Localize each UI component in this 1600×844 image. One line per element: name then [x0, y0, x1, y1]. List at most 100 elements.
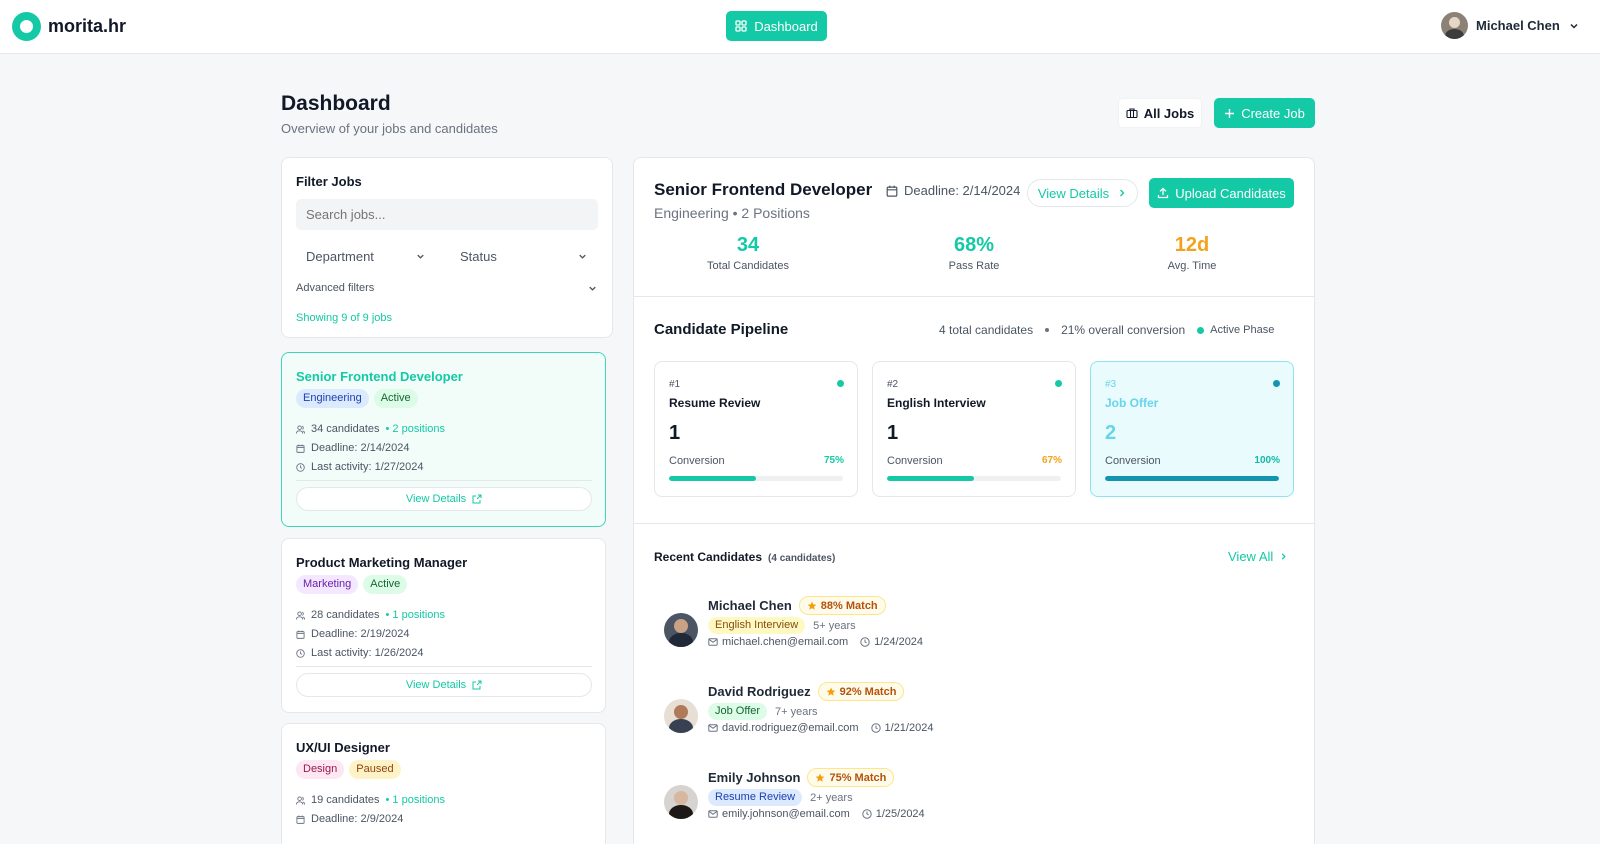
deadline-text: Deadline: 2/9/2024 — [311, 813, 404, 825]
active-phase-legend: Active Phase — [1197, 324, 1274, 336]
job-detail-deadline: Deadline: 2/14/2024 — [886, 183, 1020, 198]
view-all-link[interactable]: View All — [1228, 549, 1288, 564]
stat-total-candidates: 34 Total Candidates — [668, 234, 828, 272]
stat-value: 12d — [1174, 234, 1210, 256]
upload-candidates-label: Upload Candidates — [1175, 185, 1286, 201]
view-details-label: View Details — [1037, 185, 1110, 201]
candidate-avatar — [664, 785, 698, 819]
job-detail-subtitle: Engineering • 2 Positions — [654, 205, 810, 221]
star-icon — [807, 601, 817, 610]
view-details-label: View Details — [405, 493, 467, 505]
job-count-text: Showing 9 of 9 jobs — [296, 312, 393, 324]
star-icon — [826, 687, 835, 696]
all-jobs-button[interactable]: All Jobs — [1118, 98, 1202, 128]
stage-progress-fill — [1105, 476, 1279, 481]
candidate-stage-badge: Job Offer — [708, 703, 768, 720]
status-select[interactable]: Status — [450, 241, 598, 271]
job-card-ux-ui-designer[interactable]: UX/UI Designer Design Paused 19 candidat… — [281, 723, 606, 844]
filter-title: Filter Jobs — [296, 174, 362, 189]
stage-conversion-label: Conversion — [887, 455, 943, 467]
candidate-date: 1/24/2024 — [874, 636, 924, 648]
top-navbar: morita.hr Dashboard Michael Chen — [0, 0, 1600, 54]
status-badge: Active — [373, 389, 418, 408]
match-badge: 92% Match — [817, 682, 905, 701]
page-subtitle: Overview of your jobs and candidates — [281, 121, 498, 136]
app-logo[interactable]: morita.hr — [12, 12, 126, 41]
user-menu[interactable]: Michael Chen — [1441, 12, 1580, 39]
stat-value: 34 — [736, 234, 760, 256]
stage-status-dot — [1273, 380, 1280, 387]
recent-candidates-title: Recent Candidates (4 candidates) — [654, 550, 835, 564]
stage-count: 1 — [669, 422, 681, 444]
candidate-name: Emily Johnson — [708, 770, 801, 785]
last-activity-text: Last activity: 1/27/2024 — [311, 461, 424, 473]
upload-candidates-button[interactable]: Upload Candidates — [1149, 178, 1294, 208]
all-jobs-label: All Jobs — [1143, 105, 1195, 121]
candidates-count: 28 candidates — [311, 609, 380, 621]
candidates-count: 19 candidates — [311, 794, 380, 806]
view-details-button[interactable]: View Details — [296, 487, 592, 511]
advanced-filters-toggle[interactable]: Advanced filters — [296, 279, 598, 297]
app-name: morita.hr — [48, 16, 127, 36]
job-card-product-marketing-manager[interactable]: Product Marketing Manager Marketing Acti… — [281, 538, 606, 713]
candidates-count: 34 candidates — [311, 423, 380, 435]
view-details-button[interactable]: View Details — [1027, 179, 1138, 207]
divider — [634, 523, 1314, 524]
candidate-stage-badge: Resume Review — [708, 789, 803, 806]
clock-icon — [296, 462, 305, 472]
job-deadline: Deadline: 2/19/2024 — [296, 628, 409, 640]
match-badge: 88% Match — [798, 596, 886, 615]
stage-progress-bar — [669, 476, 843, 481]
positions-count: • 2 positions — [385, 423, 446, 435]
department-tag: Design — [296, 760, 345, 779]
stage-name: English Interview — [887, 396, 986, 410]
pipeline-stage-english-interview[interactable]: #2 English Interview 1 Conversion 67% — [872, 361, 1076, 497]
stage-count: 2 — [1105, 422, 1117, 444]
create-job-label: Create Job — [1241, 105, 1305, 121]
view-details-button[interactable]: View Details — [296, 673, 592, 697]
job-card-senior-frontend-developer[interactable]: Senior Frontend Developer Engineering Ac… — [281, 352, 606, 527]
active-phase-label: Active Phase — [1210, 324, 1275, 336]
candidate-email: david.rodriguez@email.com — [722, 722, 859, 734]
pipeline-stage-job-offer[interactable]: #3 Job Offer 2 Conversion 100% — [1090, 361, 1294, 497]
job-last-activity: Last activity: 1/26/2024 — [296, 647, 424, 659]
users-icon — [296, 795, 305, 805]
job-title: Senior Frontend Developer — [296, 369, 463, 384]
stage-progress-bar — [1105, 476, 1279, 481]
divider — [296, 666, 592, 667]
clock-icon — [870, 723, 881, 733]
stage-progress-bar — [887, 476, 1061, 481]
stat-label: Avg. Time — [1167, 260, 1217, 272]
deadline-text: Deadline: 2/14/2024 — [311, 442, 410, 454]
candidate-experience: 2+ years — [810, 791, 853, 804]
candidate-row[interactable]: David Rodriguez 92% Match Job Offer 7+ y… — [664, 680, 1264, 744]
job-candidates: 19 candidates • 1 positions — [296, 794, 445, 806]
match-value: 88% Match — [820, 599, 878, 612]
stage-number: #1 — [669, 379, 681, 390]
department-select[interactable]: Department — [296, 241, 436, 271]
grid-icon — [735, 20, 747, 32]
stage-progress-fill — [669, 476, 756, 481]
active-phase-dot — [1197, 326, 1205, 334]
nav-dashboard-button[interactable]: Dashboard — [726, 11, 827, 41]
candidate-row[interactable]: Emily Johnson 75% Match Resume Review 2+… — [664, 766, 1264, 830]
users-icon — [296, 610, 305, 620]
positions-count: • 1 positions — [385, 609, 446, 621]
stage-count: 1 — [887, 422, 899, 444]
stage-conversion-value: 75% — [823, 455, 844, 466]
stage-conversion-label: Conversion — [669, 455, 725, 467]
pipeline-stage-resume-review[interactable]: #1 Resume Review 1 Conversion 75% — [654, 361, 858, 497]
external-link-icon — [472, 680, 482, 690]
candidate-email: emily.johnson@email.com — [722, 808, 850, 820]
clock-icon — [862, 809, 872, 819]
candidate-name: Michael Chen — [708, 598, 792, 613]
positions-count: • 1 positions — [385, 794, 446, 806]
logo-icon — [12, 12, 41, 41]
candidate-row[interactable]: Michael Chen 88% Match English Interview… — [664, 594, 1264, 658]
status-badge: Paused — [349, 760, 401, 779]
job-deadline: Deadline: 2/9/2024 — [296, 813, 403, 825]
create-job-button[interactable]: Create Job — [1214, 98, 1315, 128]
match-value: 75% Match — [829, 771, 887, 784]
search-input[interactable] — [296, 199, 598, 230]
stat-pass-rate: 68% Pass Rate — [894, 234, 1054, 272]
